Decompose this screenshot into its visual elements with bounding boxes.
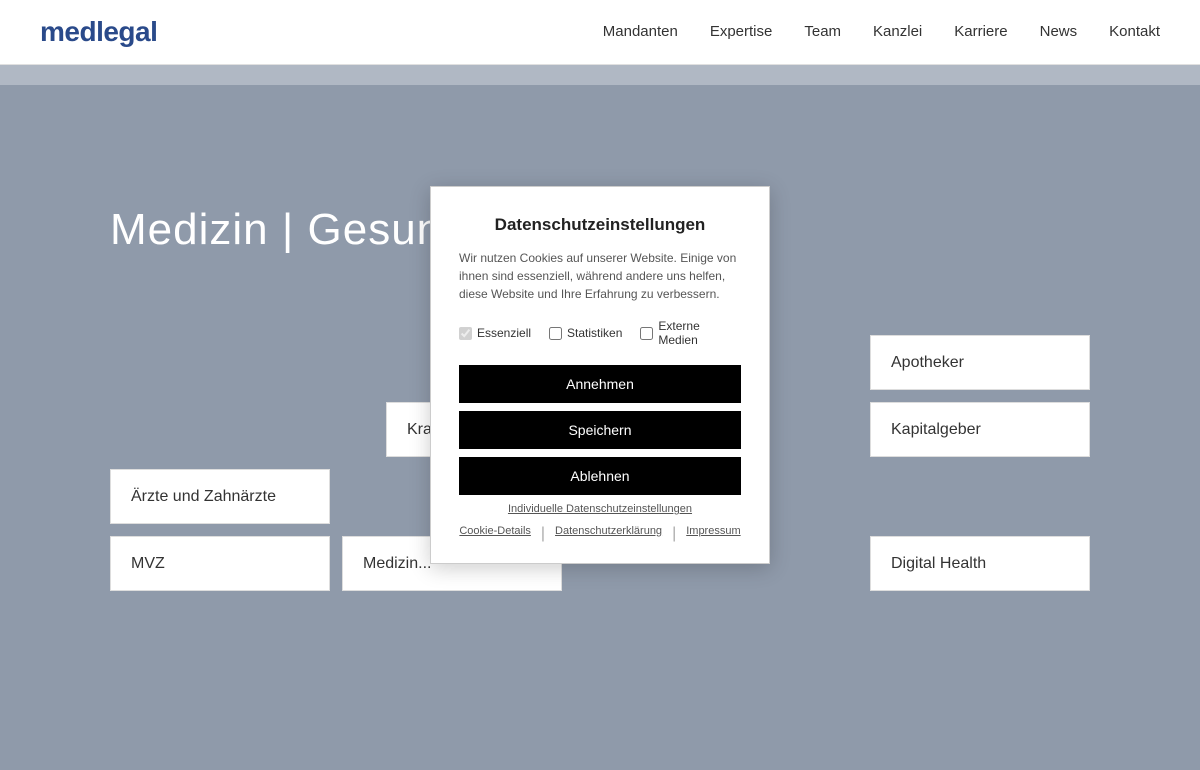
cookie-modal: Datenschutzeinstellungen Wir nutzen Cook… [430, 186, 770, 564]
checkbox-statistiken-label: Statistiken [567, 326, 622, 340]
modal-overlay: Datenschutzeinstellungen Wir nutzen Cook… [0, 0, 1200, 750]
checkbox-essenziell-input[interactable] [459, 327, 472, 340]
modal-title: Datenschutzeinstellungen [459, 215, 741, 235]
individuelle-link[interactable]: Individuelle Datenschutzeinstellungen [459, 503, 741, 515]
cookie-details-link[interactable]: Cookie-Details [459, 525, 531, 543]
annehmen-button[interactable]: Annehmen [459, 365, 741, 403]
ablehnen-button[interactable]: Ablehnen [459, 457, 741, 495]
datenschutz-link[interactable]: Datenschutzerklärung [555, 525, 662, 543]
checkbox-externe-medien-label: Externe Medien [658, 319, 741, 347]
impressum-link[interactable]: Impressum [686, 525, 740, 543]
checkbox-statistiken[interactable]: Statistiken [549, 326, 622, 340]
checkbox-externe-medien-input[interactable] [640, 327, 653, 340]
cookie-checkboxes: Essenziell Statistiken Externe Medien [459, 319, 741, 347]
checkbox-essenziell[interactable]: Essenziell [459, 326, 531, 340]
checkbox-externe-medien[interactable]: Externe Medien [640, 319, 741, 347]
speichern-button[interactable]: Speichern [459, 411, 741, 449]
modal-footer-links: Cookie-Details | Datenschutzerklärung | … [459, 525, 741, 543]
checkbox-statistiken-input[interactable] [549, 327, 562, 340]
checkbox-essenziell-label: Essenziell [477, 326, 531, 340]
modal-description: Wir nutzen Cookies auf unserer Website. … [459, 249, 741, 303]
